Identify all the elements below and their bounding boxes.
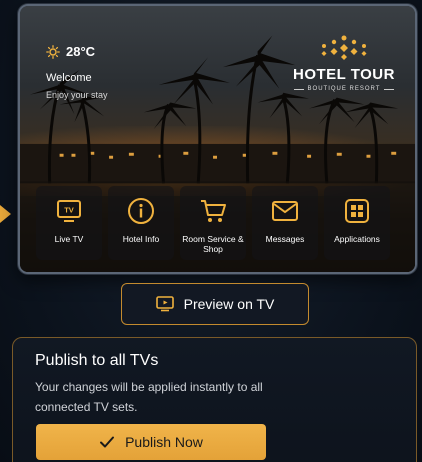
tv-preview-frame: 28°C Welcome Enjoy your stay HOTEL TOUR …	[18, 4, 417, 274]
sun-icon	[46, 44, 60, 59]
crown-logo-icon	[321, 35, 367, 60]
app-tile-room-service[interactable]: Room Service & Shop	[180, 186, 246, 260]
publish-panel: Publish to all TVs Your changes will be …	[12, 337, 417, 462]
app-label: Hotel Info	[122, 234, 160, 244]
brand-subtitle-row: BOUTIQUE RESORT	[291, 86, 397, 92]
tv-app-row: TV Live TV Hotel Info Room Service & Sho…	[36, 186, 390, 260]
publish-description: Your changes will be applied instantly t…	[35, 380, 263, 414]
weather-widget: 28°C	[46, 44, 95, 59]
svg-text:TV: TV	[64, 206, 74, 215]
app-label: Room Service & Shop	[182, 234, 244, 254]
app-tile-live-tv[interactable]: TV Live TV	[36, 186, 102, 260]
app-tile-messages[interactable]: Messages	[252, 186, 318, 260]
app-label: Messages	[265, 234, 305, 244]
welcome-title: Welcome	[46, 72, 92, 84]
app-tile-hotel-info[interactable]: Hotel Info	[108, 186, 174, 260]
preview-on-tv-button[interactable]: Preview on TV	[121, 283, 309, 325]
side-arrow-indicator	[0, 205, 11, 223]
tv-icon: TV	[54, 196, 84, 226]
publish-button-label: Publish Now	[125, 434, 203, 450]
divider	[384, 88, 395, 90]
mail-icon	[270, 196, 300, 226]
publish-title: Publish to all TVs	[35, 352, 159, 369]
brand-subtitle: BOUTIQUE RESORT	[307, 86, 381, 92]
temperature: 28°C	[66, 44, 96, 59]
check-icon	[100, 436, 115, 448]
app-label: Live TV	[54, 234, 84, 244]
hotel-brand-logo: HOTEL TOUR BOUTIQUE RESORT	[291, 34, 397, 92]
preview-button-label: Preview on TV	[183, 296, 275, 312]
app-label: Applications	[334, 234, 380, 244]
publish-now-button[interactable]: Publish Now	[36, 424, 266, 460]
cart-icon	[198, 196, 228, 226]
tv-preview-icon	[155, 296, 174, 312]
brand-title: HOTEL TOUR	[293, 66, 395, 83]
apps-grid-icon	[342, 196, 372, 226]
welcome-subtitle: Enjoy your stay	[46, 90, 108, 100]
divider	[293, 88, 304, 90]
info-icon	[126, 196, 156, 226]
app-tile-applications[interactable]: Applications	[324, 186, 390, 260]
